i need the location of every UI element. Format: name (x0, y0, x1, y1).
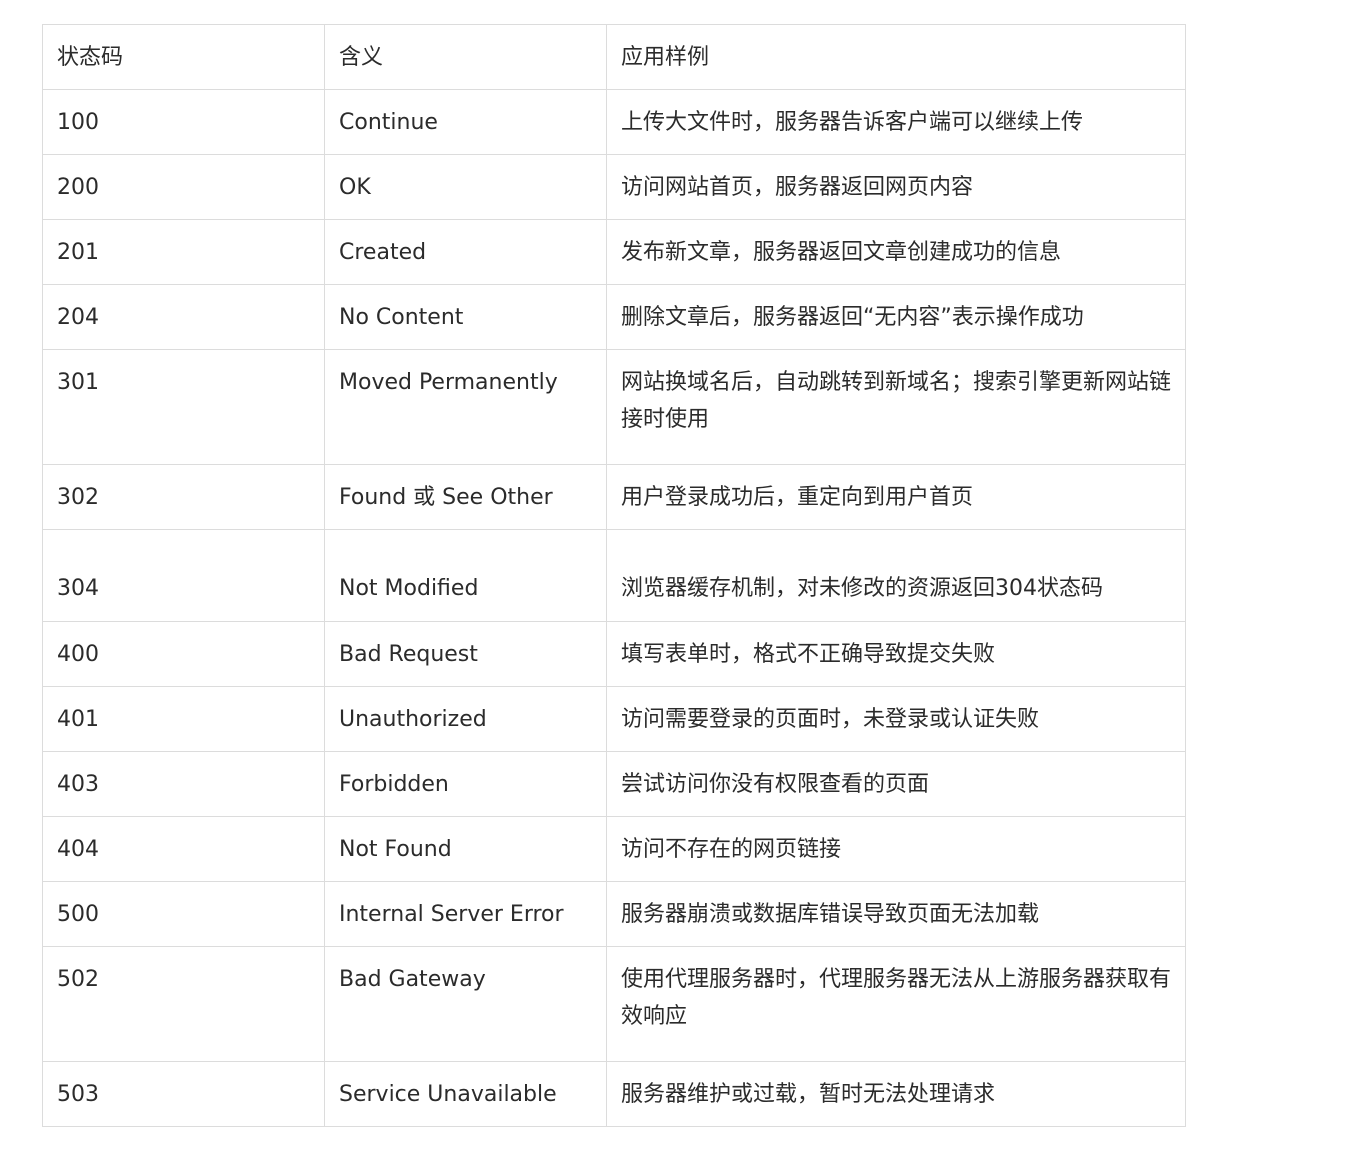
cell-code: 204 (42, 284, 325, 350)
table-row: 401 Unauthorized 访问需要登录的页面时，未登录或认证失败 (42, 686, 1186, 752)
cell-example: 服务器维护或过载，暂时无法处理请求 (606, 1061, 1186, 1127)
cell-code: 403 (42, 751, 325, 817)
cell-meaning: Internal Server Error (324, 881, 607, 947)
http-status-table: 状态码 含义 应用样例 100 Continue 上传大文件时，服务器告诉客户端… (42, 24, 1186, 1127)
cell-meaning: Continue (324, 89, 607, 155)
cell-code: 201 (42, 219, 325, 285)
cell-example: 服务器崩溃或数据库错误导致页面无法加载 (606, 881, 1186, 947)
cell-example: 访问需要登录的页面时，未登录或认证失败 (606, 686, 1186, 752)
cell-meaning: Unauthorized (324, 686, 607, 752)
table-row: 500 Internal Server Error 服务器崩溃或数据库错误导致页… (42, 881, 1186, 947)
cell-example: 发布新文章，服务器返回文章创建成功的信息 (606, 219, 1186, 285)
table-row: 100 Continue 上传大文件时，服务器告诉客户端可以继续上传 (42, 89, 1186, 155)
cell-example: 删除文章后，服务器返回“无内容”表示操作成功 (606, 284, 1186, 350)
cell-meaning: Service Unavailable (324, 1061, 607, 1127)
cell-example: 浏览器缓存机制，对未修改的资源返回304状态码 (606, 529, 1186, 622)
table-row: 304 Not Modified 浏览器缓存机制，对未修改的资源返回304状态码 (42, 529, 1186, 622)
cell-example: 用户登录成功后，重定向到用户首页 (606, 464, 1186, 530)
table-row: 204 No Content 删除文章后，服务器返回“无内容”表示操作成功 (42, 284, 1186, 350)
table-row: 200 OK 访问网站首页，服务器返回网页内容 (42, 154, 1186, 220)
table-row: 403 Forbidden 尝试访问你没有权限查看的页面 (42, 751, 1186, 817)
cell-code: 503 (42, 1061, 325, 1127)
cell-code: 404 (42, 816, 325, 882)
table-row: 502 Bad Gateway 使用代理服务器时，代理服务器无法从上游服务器获取… (42, 946, 1186, 1062)
header-status-code: 状态码 (42, 24, 325, 90)
table-row: 302 Found 或 See Other 用户登录成功后，重定向到用户首页 (42, 464, 1186, 530)
cell-meaning: No Content (324, 284, 607, 350)
cell-code: 401 (42, 686, 325, 752)
cell-example: 访问网站首页，服务器返回网页内容 (606, 154, 1186, 220)
cell-example: 填写表单时，格式不正确导致提交失败 (606, 621, 1186, 687)
cell-meaning: Found 或 See Other (324, 464, 607, 530)
cell-code: 400 (42, 621, 325, 687)
cell-code: 200 (42, 154, 325, 220)
header-example: 应用样例 (606, 24, 1186, 90)
cell-code: 301 (42, 349, 325, 465)
cell-code: 502 (42, 946, 325, 1062)
header-meaning: 含义 (324, 24, 607, 90)
cell-example: 网站换域名后，自动跳转到新域名；搜索引擎更新网站链接时使用 (606, 349, 1186, 465)
table-row: 400 Bad Request 填写表单时，格式不正确导致提交失败 (42, 621, 1186, 687)
cell-meaning: OK (324, 154, 607, 220)
cell-example: 尝试访问你没有权限查看的页面 (606, 751, 1186, 817)
cell-code: 100 (42, 89, 325, 155)
cell-example: 使用代理服务器时，代理服务器无法从上游服务器获取有效响应 (606, 946, 1186, 1062)
cell-meaning: Created (324, 219, 607, 285)
table-row: 503 Service Unavailable 服务器维护或过载，暂时无法处理请… (42, 1061, 1186, 1127)
cell-example: 访问不存在的网页链接 (606, 816, 1186, 882)
table-header-row: 状态码 含义 应用样例 (42, 24, 1186, 90)
table-row: 201 Created 发布新文章，服务器返回文章创建成功的信息 (42, 219, 1186, 285)
cell-meaning: Bad Request (324, 621, 607, 687)
cell-meaning: Forbidden (324, 751, 607, 817)
cell-meaning: Moved Permanently (324, 349, 607, 465)
cell-code: 500 (42, 881, 325, 947)
table-row: 301 Moved Permanently 网站换域名后，自动跳转到新域名；搜索… (42, 349, 1186, 465)
cell-meaning: Not Modified (324, 529, 607, 622)
cell-code: 304 (42, 529, 325, 622)
cell-example: 上传大文件时，服务器告诉客户端可以继续上传 (606, 89, 1186, 155)
table-row: 404 Not Found 访问不存在的网页链接 (42, 816, 1186, 882)
cell-meaning: Not Found (324, 816, 607, 882)
cell-meaning: Bad Gateway (324, 946, 607, 1062)
cell-code: 302 (42, 464, 325, 530)
